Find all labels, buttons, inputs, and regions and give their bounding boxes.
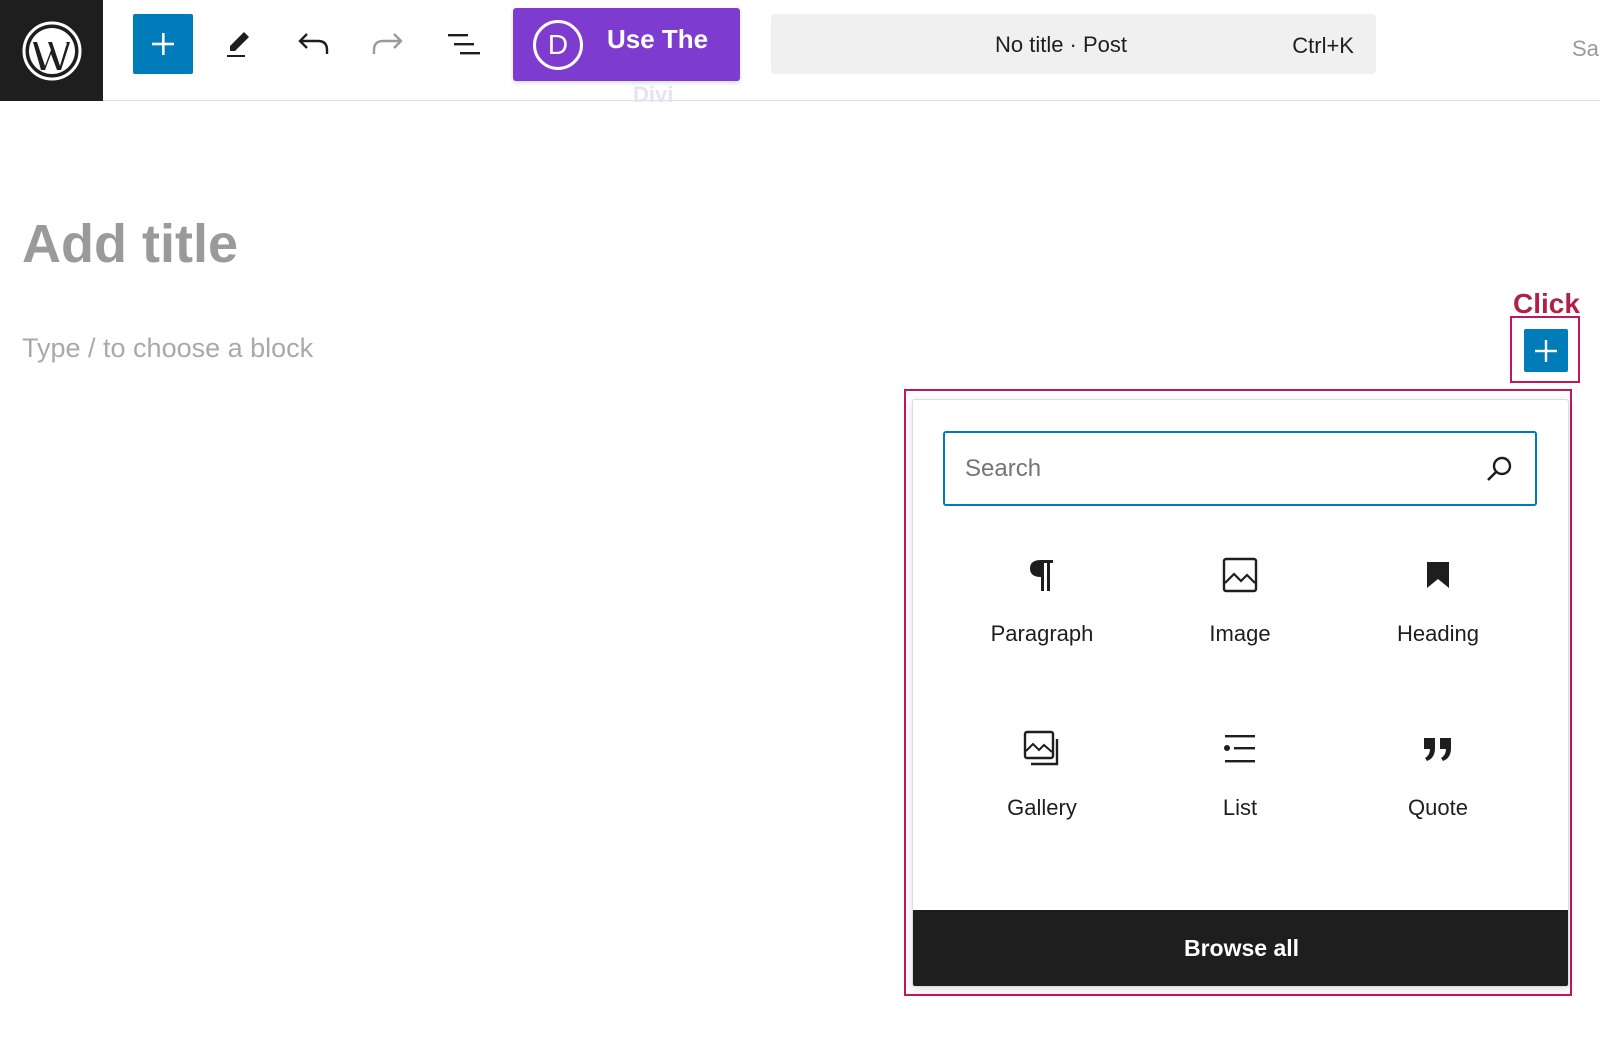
block-placeholder[interactable]: Type / to choose a block <box>22 333 313 364</box>
keyboard-shortcut: Ctrl+K <box>1292 33 1354 58</box>
block-option-paragraph[interactable]: Paragraph <box>943 555 1141 665</box>
block-option-image[interactable]: Image <box>1141 555 1339 665</box>
undo-icon <box>298 33 329 54</box>
divi-logo-icon: D <box>533 20 583 70</box>
pencil-icon <box>227 32 249 57</box>
block-option-label: Heading <box>1397 621 1479 646</box>
document-title: No title · Post <box>994 32 1128 57</box>
block-search-field[interactable] <box>943 431 1537 506</box>
wordpress-logo-icon[interactable] <box>0 0 103 101</box>
list-view-icon <box>448 34 480 55</box>
use-divi-builder-button[interactable]: D Use The <box>513 8 740 81</box>
post-title-placeholder[interactable]: Add title <box>22 213 238 275</box>
block-option-label: Quote <box>1408 795 1468 820</box>
list-icon <box>1220 729 1260 769</box>
block-option-quote[interactable]: Quote <box>1339 729 1537 839</box>
paragraph-icon <box>1022 555 1062 595</box>
divi-button-label-overflow: Divi <box>633 82 674 107</box>
divi-button-label: Use The <box>607 24 709 54</box>
quote-icon <box>1418 729 1458 769</box>
quick-inserter-popover: Paragraph Image Heading <box>912 399 1569 987</box>
block-types-grid: Paragraph Image Heading Gallery List Quo… <box>943 555 1537 839</box>
block-option-heading[interactable]: Heading <box>1339 555 1537 665</box>
inline-add-block-button[interactable] <box>1524 329 1568 372</box>
block-option-label: Paragraph <box>990 621 1094 646</box>
add-block-button[interactable] <box>133 14 193 74</box>
block-option-list[interactable]: List <box>1141 729 1339 839</box>
command-palette-button[interactable]: No title · Post Ctrl+K <box>771 14 1376 74</box>
block-option-label: Image <box>1209 621 1271 646</box>
editor-header: D Use The Divi No title · Post Ctrl+K Sa <box>0 0 1600 106</box>
browse-all-button[interactable]: Browse all <box>913 910 1568 986</box>
plus-icon <box>1535 339 1557 362</box>
image-icon <box>1220 555 1260 595</box>
block-option-label: Gallery <box>1007 795 1077 820</box>
search-icon <box>1487 456 1512 481</box>
heading-bookmark-icon <box>1418 555 1458 595</box>
plus-icon <box>152 33 174 55</box>
block-option-label: List <box>1222 795 1258 820</box>
redo-button[interactable] <box>358 14 418 74</box>
save-draft-button[interactable]: Sa <box>1572 36 1599 62</box>
block-search-input[interactable] <box>965 451 1465 487</box>
document-overview-button[interactable] <box>434 14 494 74</box>
tools-button[interactable] <box>208 14 268 74</box>
gallery-icon <box>1022 729 1062 769</box>
undo-button[interactable] <box>283 14 343 74</box>
redo-icon <box>372 33 403 54</box>
block-option-gallery[interactable]: Gallery <box>943 729 1141 839</box>
